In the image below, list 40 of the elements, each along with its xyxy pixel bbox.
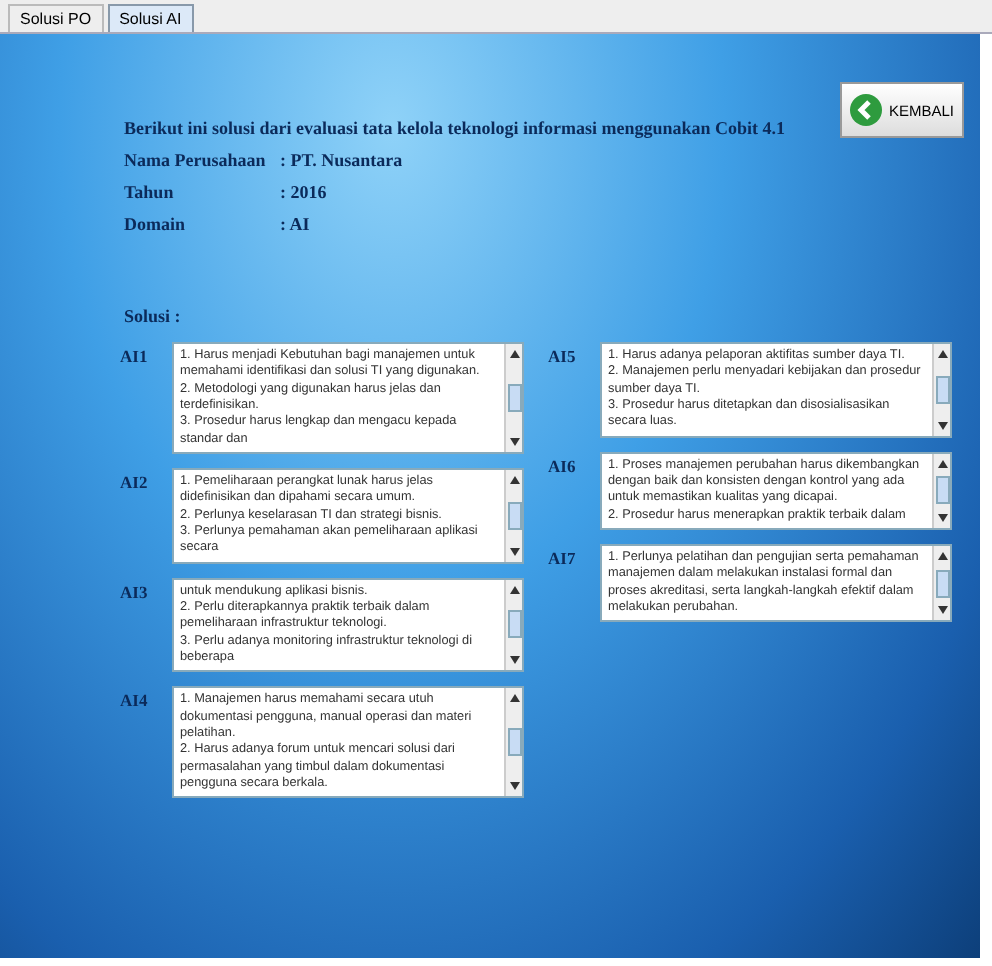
- scroll-down-icon[interactable]: [935, 511, 949, 524]
- scroll-down-icon[interactable]: [935, 419, 949, 432]
- scroll-down-icon[interactable]: [935, 604, 949, 617]
- solution-text-area[interactable]: [172, 686, 524, 799]
- scrollbar[interactable]: [932, 453, 950, 528]
- scrollbar[interactable]: [504, 579, 522, 671]
- solution-text-area[interactable]: [172, 342, 524, 454]
- field-label: Tahun: [124, 182, 176, 202]
- scroll-down-icon[interactable]: [507, 545, 521, 558]
- solution-code: AI1: [120, 344, 150, 370]
- solution-code: AI5: [548, 344, 578, 370]
- scroll-up-icon[interactable]: [507, 583, 521, 596]
- scroll-up-icon[interactable]: [935, 549, 949, 562]
- solution-code: AI6: [548, 453, 578, 480]
- scrollbar[interactable]: [504, 469, 522, 562]
- solution-code: AI4: [120, 688, 150, 715]
- field-label: Nama Perusahaan: [124, 150, 268, 170]
- solution-code: AI2: [120, 469, 150, 496]
- tab[interactable]: Solusi PO: [8, 4, 104, 32]
- scroll-down-icon[interactable]: [507, 654, 521, 667]
- scroll-down-icon[interactable]: [507, 780, 521, 793]
- scrollbar[interactable]: [932, 545, 950, 621]
- scroll-up-icon[interactable]: [935, 457, 949, 470]
- scroll-up-icon[interactable]: [507, 473, 521, 486]
- field-value: : 2016: [280, 182, 327, 202]
- scrollbar[interactable]: [504, 688, 522, 797]
- tab[interactable]: Solusi AI: [107, 4, 194, 32]
- scroll-up-icon[interactable]: [507, 348, 521, 360]
- solution-code: AI7: [548, 545, 578, 572]
- field-value: : PT. Nusantara: [280, 150, 403, 170]
- field-label: Domain: [124, 214, 188, 234]
- scroll-up-icon[interactable]: [507, 692, 521, 705]
- heading: Berikut ini solusi dari evaluasi tata kelola teknologi informasi menggunakan Cobit 4.1: [124, 118, 786, 138]
- section-label: Solusi :: [124, 306, 183, 326]
- solution-code: AI3: [120, 579, 150, 606]
- scrollbar[interactable]: [504, 344, 522, 452]
- scrollbar[interactable]: [932, 344, 950, 436]
- scroll-up-icon[interactable]: [935, 348, 949, 360]
- field-value: : AI: [280, 214, 310, 234]
- scroll-down-icon[interactable]: [507, 435, 521, 448]
